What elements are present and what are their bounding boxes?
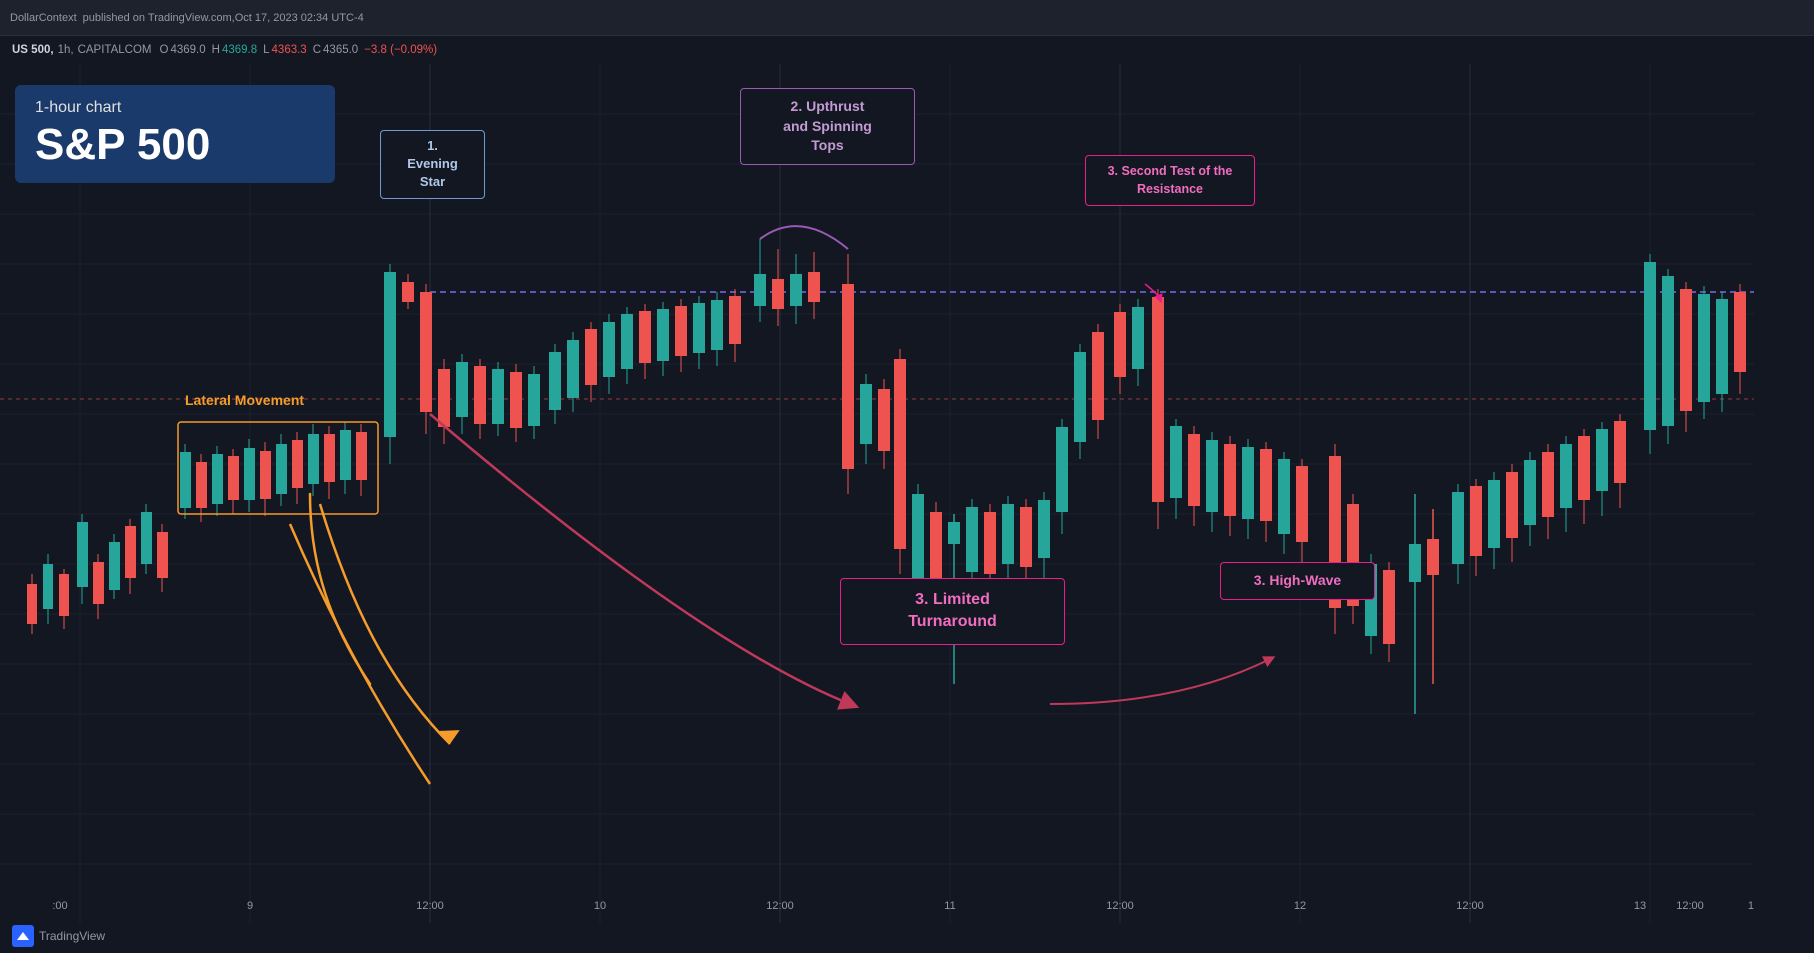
tv-icon bbox=[12, 925, 34, 947]
o-label: O bbox=[159, 44, 168, 56]
h-value: 4369.8 bbox=[222, 44, 257, 56]
platform-text: published on TradingView.com, bbox=[83, 12, 235, 24]
lateral-movement-annotation: Lateral Movement bbox=[185, 392, 304, 408]
change-value: −3.8 (−0.09%) bbox=[364, 44, 437, 56]
data-source: CAPITALCOM bbox=[78, 44, 152, 56]
svg-text:11: 11 bbox=[944, 900, 955, 912]
symbol-name: US 500, bbox=[12, 44, 54, 56]
svg-text:12:00: 12:00 bbox=[416, 900, 444, 912]
svg-text:16: 16 bbox=[1748, 900, 1754, 912]
l-value: 4363.3 bbox=[272, 44, 307, 56]
svg-text:13: 13 bbox=[1634, 900, 1646, 912]
svg-text::00: :00 bbox=[52, 900, 67, 912]
svg-text:10: 10 bbox=[594, 900, 606, 912]
h-label: H bbox=[212, 44, 220, 56]
svg-text:12:00: 12:00 bbox=[1676, 900, 1704, 912]
timeframe: 1h, bbox=[58, 44, 74, 56]
o-value: 4369.0 bbox=[170, 44, 205, 56]
publish-date: Oct 17, 2023 02:34 UTC-4 bbox=[235, 12, 364, 24]
c-value: 4365.0 bbox=[323, 44, 358, 56]
hero-box: 1-hour chart S&P 500 bbox=[15, 85, 335, 183]
lateral-movement-text: Lateral Movement bbox=[185, 392, 304, 408]
svg-text:12:00: 12:00 bbox=[1456, 900, 1484, 912]
chart-subtitle: 1-hour chart bbox=[35, 99, 315, 117]
symbol-bar: US 500, 1h, CAPITALCOM O 4369.0 H 4369.8… bbox=[0, 36, 1814, 64]
l-label: L bbox=[263, 44, 269, 56]
svg-text:12:00: 12:00 bbox=[766, 900, 794, 912]
c-label: C bbox=[313, 44, 321, 56]
chart-title: S&P 500 bbox=[35, 121, 315, 169]
chart-container: DollarContext published on TradingView.c… bbox=[0, 0, 1814, 953]
svg-text:12:00: 12:00 bbox=[1106, 900, 1134, 912]
svg-text:12: 12 bbox=[1294, 900, 1306, 912]
tv-brand-text: TradingView bbox=[39, 929, 105, 943]
top-bar: DollarContext published on TradingView.c… bbox=[0, 0, 1814, 36]
chart-canvas: :00 9 12:00 10 12:00 11 12:00 12 12:00 1… bbox=[0, 64, 1754, 923]
tradingview-logo: TradingView bbox=[12, 925, 105, 947]
publisher-name: DollarContext bbox=[10, 12, 77, 24]
svg-text:9: 9 bbox=[247, 900, 253, 912]
